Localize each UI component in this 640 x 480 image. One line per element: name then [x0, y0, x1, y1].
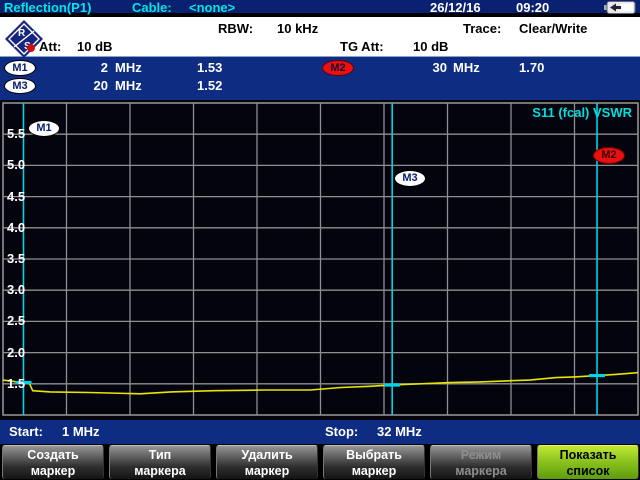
y-axis-label: 4.0	[7, 220, 25, 236]
att-value: 10 dB	[77, 39, 112, 55]
marker-readout-bar: M1 2 MHz 1.53 M2 30 MHz 1.70 M3 20 MHz 1…	[0, 57, 640, 100]
y-axis-label: 3.5	[7, 251, 25, 267]
softkey-label: маркер	[3, 463, 103, 479]
frequency-range-bar: Start: 1 MHz Stop: 32 MHz	[0, 420, 640, 444]
softkey-label: Тип	[110, 447, 210, 463]
y-axis-label: 2.5	[7, 313, 25, 329]
marker-m1-unit: MHz	[115, 60, 142, 76]
graph-marker-m3-badge[interactable]: M3	[394, 170, 426, 187]
y-axis-label: 5.5	[7, 126, 25, 142]
softkey-label: маркер	[324, 463, 424, 479]
softkey-label: маркер	[217, 463, 317, 479]
tg-att-value: 10 dB	[413, 39, 448, 55]
marker-m3-badge: M3	[4, 78, 36, 94]
trace-mode-value: Clear/Write	[519, 21, 587, 37]
title-bar: Reflection(P1) Cable: <none> 26/12/16 09…	[0, 0, 640, 15]
marker-m2-frequency: 30	[360, 60, 447, 76]
softkey-marker-type[interactable]: Тип маркера	[109, 445, 211, 479]
marker-m2-unit: MHz	[453, 60, 480, 76]
marker-m1-value: 1.53	[197, 60, 222, 76]
start-value: 1 MHz	[62, 424, 100, 440]
analyzer-screen: Reflection(P1) Cable: <none> 26/12/16 09…	[0, 0, 640, 480]
softkey-show-list[interactable]: Показать список	[537, 445, 639, 479]
vswr-chart	[0, 100, 640, 420]
softkey-label: Создать	[3, 447, 103, 463]
y-axis-label: 2.0	[7, 345, 25, 361]
softkey-delete-marker[interactable]: Удалить маркер	[216, 445, 318, 479]
trace-mode-label: Trace:	[463, 21, 501, 37]
y-axis-label: 4.5	[7, 189, 25, 205]
marker-m3-value: 1.52	[197, 78, 222, 94]
softkey-label: Удалить	[217, 447, 317, 463]
marker-m1-badge: M1	[4, 60, 36, 76]
date-text: 26/12/16	[430, 0, 481, 15]
svg-text:R: R	[18, 28, 26, 39]
softkey-marker-mode[interactable]: Режим маркера	[430, 445, 532, 479]
cable-value: <none>	[189, 0, 235, 15]
stop-value: 32 MHz	[377, 424, 422, 440]
tg-att-label: TG Att:	[340, 39, 384, 55]
softkey-label: Показать	[538, 447, 638, 463]
graph-marker-m1-badge[interactable]: M1	[28, 120, 60, 137]
graph-marker-m2-badge[interactable]: M2	[593, 147, 625, 164]
y-axis-label: 1.5	[7, 376, 25, 392]
softkey-label: маркера	[431, 463, 531, 479]
y-axis-label: 3.0	[7, 282, 25, 298]
softkey-new-marker[interactable]: Создать маркер	[2, 445, 104, 479]
softkey-label: Выбрать	[324, 447, 424, 463]
settings-header: R S RBW: 10 kHz Trace: Clear/Write Att: …	[0, 17, 640, 57]
time-text: 09:20	[516, 0, 549, 15]
cable-label: Cable:	[132, 0, 172, 15]
softkey-bar: Создать маркер Тип маркера Удалить марке…	[0, 444, 640, 480]
softkey-label: список	[538, 463, 638, 479]
marker-m3-frequency: 20	[40, 78, 108, 94]
att-label: Att:	[39, 39, 61, 55]
softkey-label: Режим	[431, 447, 531, 463]
trace-title: S11 (fcal) VSWR	[532, 105, 632, 120]
softkey-label: маркера	[110, 463, 210, 479]
marker-m1-frequency: 2	[40, 60, 108, 76]
y-axis-label: 5.0	[7, 157, 25, 173]
measurement-mode-label: Reflection(P1)	[4, 0, 91, 15]
start-label: Start:	[9, 424, 43, 440]
stop-label: Stop:	[325, 424, 358, 440]
rbw-label: RBW:	[218, 21, 253, 37]
red-dot-icon	[27, 44, 35, 52]
marker-m2-value: 1.70	[519, 60, 544, 76]
battery-charging-icon	[604, 1, 636, 14]
softkey-select-marker[interactable]: Выбрать маркер	[323, 445, 425, 479]
rbw-value: 10 kHz	[277, 21, 318, 37]
marker-m2-badge: M2	[322, 60, 354, 76]
marker-m3-unit: MHz	[115, 78, 142, 94]
trace-plot-area: 5.5 5.0 4.5 4.0 3.5 3.0 2.5 2.0 1.5 S11 (fcal) V…	[0, 100, 640, 420]
